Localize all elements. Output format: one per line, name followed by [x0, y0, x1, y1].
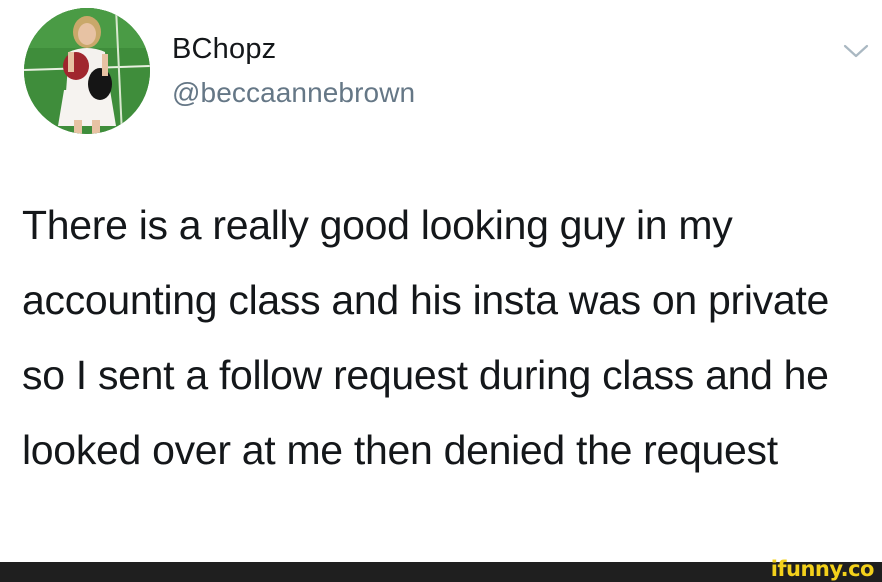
tweet-menu-button[interactable]: [842, 40, 870, 62]
tweet-text: There is a really good looking guy in my…: [22, 202, 829, 473]
profile-photo-icon: [24, 8, 150, 134]
ifunny-watermark: ifunny.co: [770, 557, 875, 581]
user-handle[interactable]: @beccaannebrown: [172, 77, 415, 109]
profile-avatar[interactable]: [24, 8, 150, 134]
watermark-bar: [0, 562, 882, 582]
tweet-card: BChopz @beccaannebrown There is a really…: [0, 0, 882, 562]
display-name[interactable]: BChopz: [172, 33, 276, 66]
chevron-down-icon: [843, 44, 869, 58]
